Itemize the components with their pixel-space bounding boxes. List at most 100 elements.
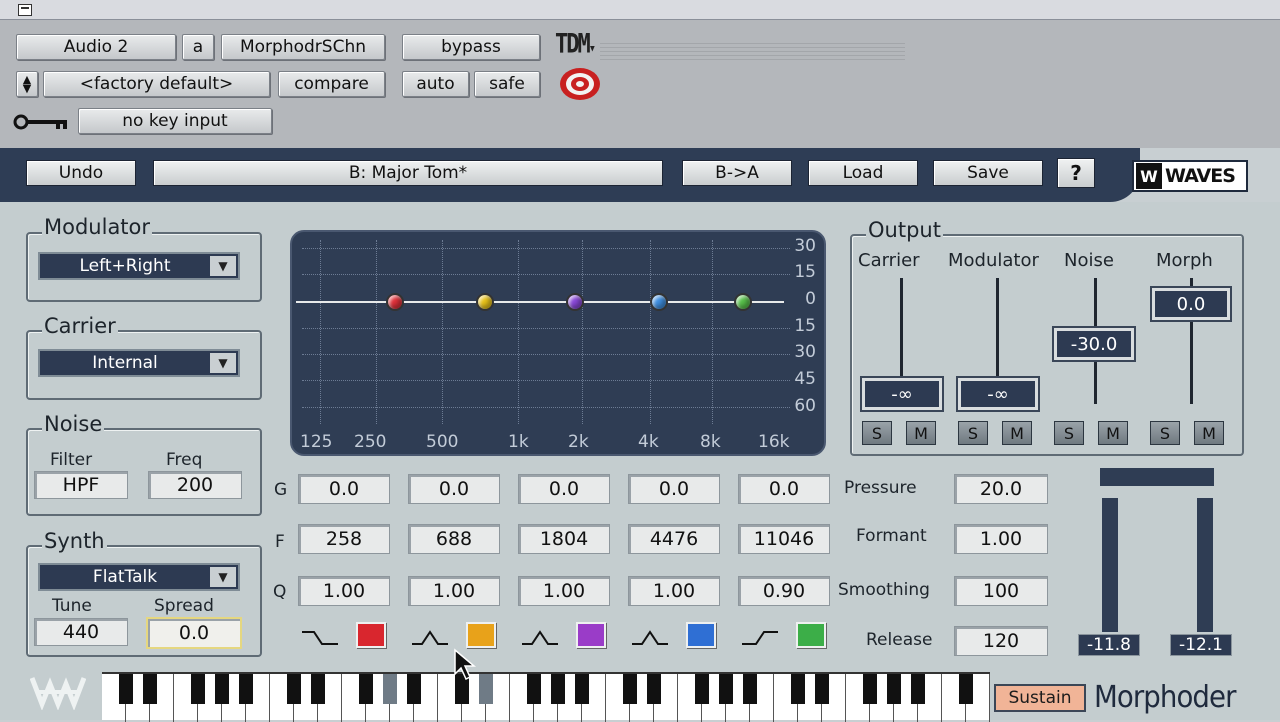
window-icon[interactable] <box>18 4 32 16</box>
output-modulator-solo-button[interactable]: S <box>958 421 988 445</box>
band-4-color-swatch[interactable] <box>686 622 716 648</box>
eq-band-handle-1[interactable] <box>386 293 404 311</box>
synth-tune-field[interactable]: 440 <box>34 618 128 646</box>
band-5-gain-field[interactable]: 0.0 <box>738 474 830 504</box>
output-carrier-solo-button[interactable]: S <box>862 421 892 445</box>
piano-black-key[interactable] <box>719 674 733 704</box>
low-shelf-icon[interactable] <box>300 626 340 650</box>
band-3-freq-field[interactable]: 1804 <box>518 524 610 554</box>
piano-black-key[interactable] <box>215 674 229 704</box>
carrier-dropdown[interactable]: Internal ▼ <box>38 349 240 377</box>
up-down-arrows-icon[interactable]: ▲ ▼ <box>16 71 38 97</box>
band-3-gain-field[interactable]: 0.0 <box>518 474 610 504</box>
piano-black-key[interactable] <box>287 674 301 704</box>
piano-black-key[interactable] <box>695 674 709 704</box>
save-button[interactable]: Save <box>933 160 1043 186</box>
piano-black-key[interactable] <box>311 674 325 704</box>
band-3-color-swatch[interactable] <box>576 622 606 648</box>
piano-black-key[interactable] <box>527 674 541 704</box>
piano-black-key[interactable] <box>887 674 901 704</box>
piano-black-key[interactable] <box>407 674 421 704</box>
sustain-button[interactable]: Sustain <box>994 684 1086 712</box>
piano-black-key[interactable] <box>143 674 157 704</box>
piano-black-key[interactable] <box>647 674 661 704</box>
band-4-q-field[interactable]: 1.00 <box>628 576 720 606</box>
band-1-q-field[interactable]: 1.00 <box>298 576 390 606</box>
piano-black-key[interactable] <box>479 674 493 704</box>
key-input-selector[interactable]: no key input <box>78 108 272 134</box>
output-noise-mute-button[interactable]: M <box>1098 421 1128 445</box>
band-3-q-field[interactable]: 1.00 <box>518 576 610 606</box>
smoothing-field[interactable]: 100 <box>954 576 1048 606</box>
modulator-dropdown[interactable]: Left+Right ▼ <box>38 252 240 280</box>
band-1-color-swatch[interactable] <box>356 622 386 648</box>
band-1-gain-field[interactable]: 0.0 <box>298 474 390 504</box>
band-2-freq-field[interactable]: 688 <box>408 524 500 554</box>
insert-selector[interactable]: MorphodrSChn <box>221 34 385 60</box>
preset-name-field[interactable]: B: Major Tom* <box>153 160 663 186</box>
output-noise-fader[interactable]: -30.0 <box>1054 328 1134 360</box>
piano-black-key[interactable] <box>119 674 133 704</box>
load-button[interactable]: Load <box>808 160 918 186</box>
track-letter-button[interactable]: a <box>182 34 214 60</box>
compare-button[interactable]: compare <box>278 71 385 97</box>
help-button[interactable]: ? <box>1057 158 1095 188</box>
output-morph-mute-button[interactable]: M <box>1194 421 1224 445</box>
piano-black-key[interactable] <box>959 674 973 704</box>
pressure-field[interactable]: 20.0 <box>954 474 1048 504</box>
band-5-freq-field[interactable]: 11046 <box>738 524 830 554</box>
release-field[interactable]: 120 <box>954 626 1048 656</box>
preset-selector[interactable]: <factory default> <box>43 71 270 97</box>
band-4-gain-field[interactable]: 0.0 <box>628 474 720 504</box>
formant-field[interactable]: 1.00 <box>954 524 1048 554</box>
eq-band-handle-3[interactable] <box>566 293 584 311</box>
output-modulator-mute-button[interactable]: M <box>1002 421 1032 445</box>
eq-band-handle-4[interactable] <box>650 293 668 311</box>
noise-freq-field[interactable]: 200 <box>148 471 242 499</box>
synth-dropdown[interactable]: FlatTalk ▼ <box>38 563 240 591</box>
band-5-q-field[interactable]: 0.90 <box>738 576 830 606</box>
band-5-color-swatch[interactable] <box>796 622 826 648</box>
piano-black-key[interactable] <box>239 674 253 704</box>
piano-black-key[interactable] <box>383 674 397 704</box>
band-2-gain-field[interactable]: 0.0 <box>408 474 500 504</box>
band-4-freq-field[interactable]: 4476 <box>628 524 720 554</box>
piano-black-key[interactable] <box>623 674 637 704</box>
output-carrier-fader[interactable]: -∞ <box>862 378 942 410</box>
noise-filter-field[interactable]: HPF <box>34 471 128 499</box>
high-shelf-icon[interactable] <box>740 626 780 650</box>
piano-black-key[interactable] <box>791 674 805 704</box>
eq-graph[interactable]: 30 15 0 15 30 45 60 125 250 500 1k 2k 4k 8k 16k <box>290 230 826 456</box>
bypass-button[interactable]: bypass <box>402 34 540 60</box>
band-2-color-swatch[interactable] <box>466 622 496 648</box>
bell-icon[interactable] <box>410 626 450 650</box>
piano-black-key[interactable] <box>863 674 877 704</box>
piano-black-key[interactable] <box>743 674 757 704</box>
b-to-a-button[interactable]: B->A <box>682 160 792 186</box>
band-2-q-field[interactable]: 1.00 <box>408 576 500 606</box>
auto-button[interactable]: auto <box>402 71 469 97</box>
band-1-freq-field[interactable]: 258 <box>298 524 390 554</box>
piano-black-key[interactable] <box>191 674 205 704</box>
piano-black-key[interactable] <box>359 674 373 704</box>
piano-black-key[interactable] <box>815 674 829 704</box>
output-carrier-mute-button[interactable]: M <box>906 421 936 445</box>
piano-black-key[interactable] <box>911 674 925 704</box>
eq-band-handle-2[interactable] <box>476 293 494 311</box>
bell-icon[interactable] <box>520 626 560 650</box>
track-selector[interactable]: Audio 2 <box>16 34 176 60</box>
target-icon[interactable] <box>558 66 602 102</box>
output-morph-fader[interactable]: 0.0 <box>1152 288 1230 320</box>
output-morph-solo-button[interactable]: S <box>1150 421 1180 445</box>
safe-button[interactable]: safe <box>474 71 540 97</box>
bell-icon[interactable] <box>630 626 670 650</box>
output-noise-solo-button[interactable]: S <box>1054 421 1084 445</box>
piano-keyboard[interactable] <box>102 672 990 722</box>
output-modulator-fader[interactable]: -∞ <box>958 378 1038 410</box>
synth-spread-field[interactable]: 0.0 <box>146 617 242 649</box>
chevron-down-icon[interactable]: ▾ <box>589 39 596 56</box>
eq-band-handle-5[interactable] <box>734 293 752 311</box>
undo-button[interactable]: Undo <box>26 160 136 186</box>
piano-black-key[interactable] <box>575 674 589 704</box>
piano-black-key[interactable] <box>551 674 565 704</box>
